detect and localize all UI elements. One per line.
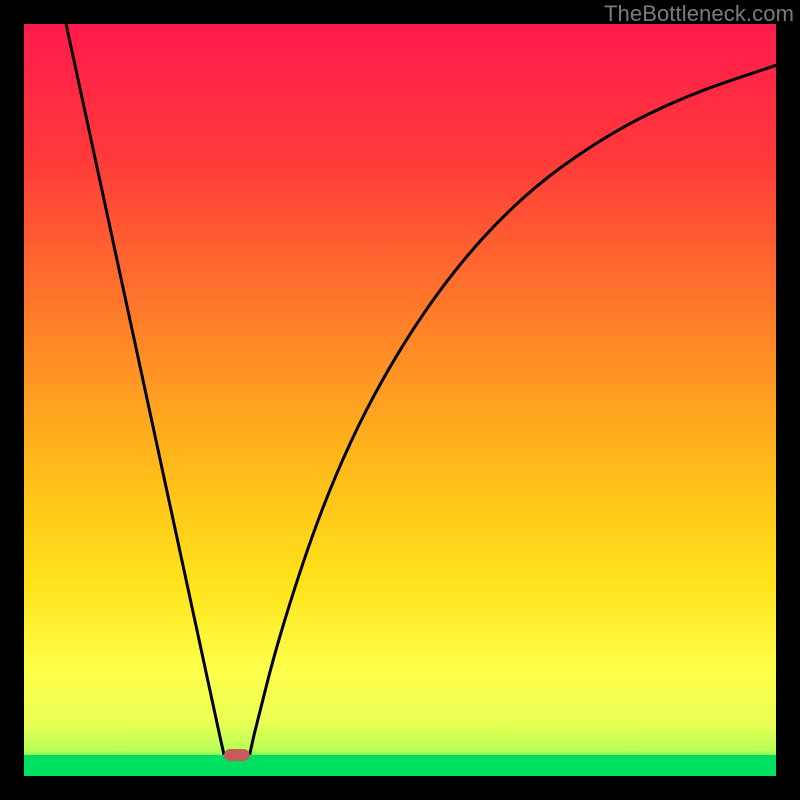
chart-background <box>24 24 776 776</box>
bottom-band <box>24 755 776 776</box>
chart-frame <box>24 24 776 776</box>
chart-plot <box>24 24 776 776</box>
min-marker <box>224 749 250 761</box>
